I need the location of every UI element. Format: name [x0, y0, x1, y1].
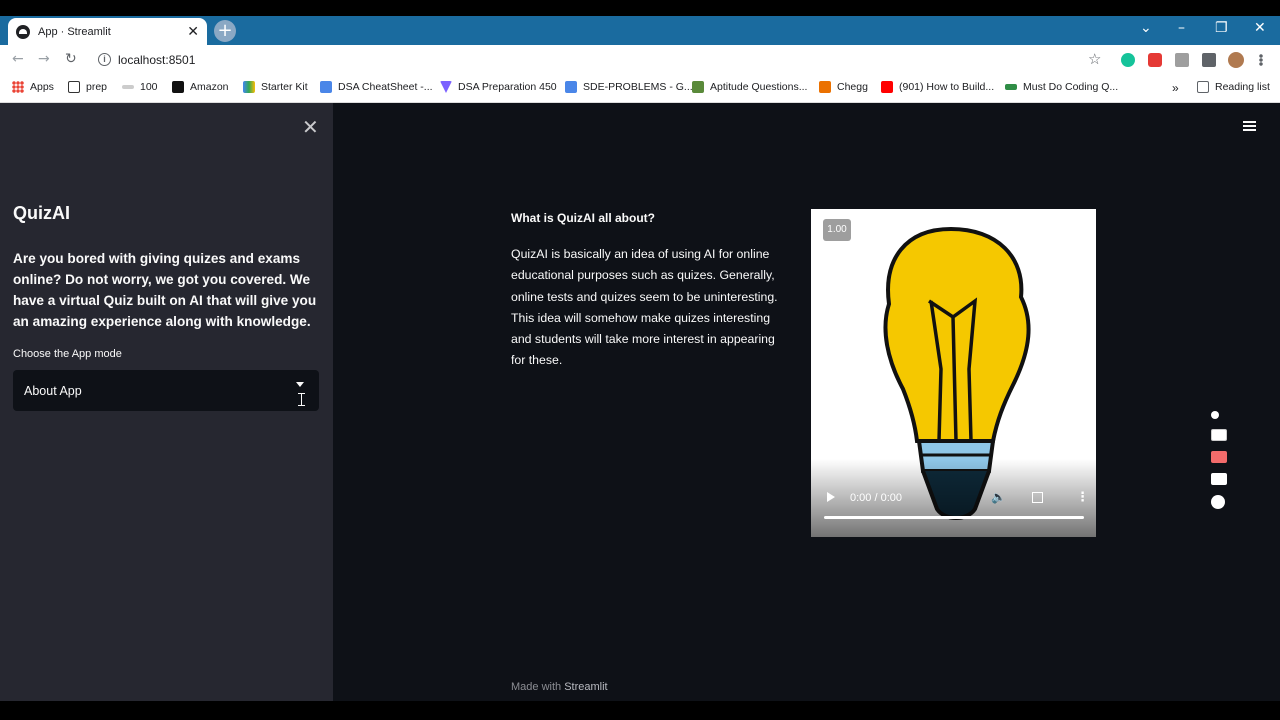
- bookmark-label: (901) How to Build...: [899, 81, 995, 93]
- bookmark-dsa-450[interactable]: DSA Preparation 450: [440, 81, 557, 93]
- video-player[interactable]: 1.00 0:00 / 0:00 🔈 ⋮: [811, 209, 1096, 537]
- gfg-icon: [1005, 84, 1017, 90]
- youtube-icon: [881, 81, 893, 93]
- top-letterbox: [0, 0, 1280, 16]
- extension-icon[interactable]: [1175, 53, 1189, 67]
- section-body: QuizAI is basically an idea of using AI …: [511, 247, 778, 368]
- bookmark-amazon[interactable]: Amazon: [172, 81, 229, 93]
- bookmark-youtube[interactable]: (901) How to Build...: [881, 81, 994, 93]
- bookmark-label: SDE-PROBLEMS - G...: [583, 81, 693, 93]
- amazon-icon: [172, 81, 184, 93]
- tab-close-icon[interactable]: ✕: [187, 23, 199, 40]
- bookmark-sde-problems[interactable]: SDE-PROBLEMS - G...: [565, 81, 693, 93]
- bookmark-aptitude[interactable]: Aptitude Questions...: [692, 81, 807, 93]
- streamlit-favicon-icon: [16, 24, 30, 39]
- streamlit-app: ✕ QuizAI Are you bored with giving quize…: [0, 103, 1280, 701]
- profile-avatar[interactable]: [1228, 52, 1244, 68]
- bookmark-label: Aptitude Questions...: [710, 81, 808, 93]
- bookmarks-bar: Apps prep 100 Amazon Starter Kit DSA Che…: [0, 75, 1280, 103]
- forward-icon[interactable]: →: [38, 51, 50, 67]
- bookmark-100[interactable]: 100: [122, 81, 158, 93]
- chrome-menu-icon[interactable]: [1259, 54, 1263, 66]
- settings-icon[interactable]: [1211, 495, 1225, 509]
- url-text: localhost:8501: [118, 53, 196, 67]
- reading-list[interactable]: Reading list: [1197, 81, 1270, 93]
- fullscreen-icon[interactable]: [1032, 492, 1043, 503]
- bookmark-dsa-cheatsheet[interactable]: DSA CheatSheet -...: [320, 81, 433, 93]
- bookmark-label: 100: [140, 81, 158, 93]
- bottom-letterbox: [0, 701, 1280, 720]
- bookmark-label: DSA Preparation 450: [458, 81, 557, 93]
- menu-icon[interactable]: [1243, 121, 1256, 131]
- section-heading: What is QuizAI all about?: [511, 211, 655, 225]
- floating-toolbar: [1208, 411, 1230, 513]
- playback-speed-badge[interactable]: 1.00: [823, 219, 851, 241]
- bookmark-icon: [122, 85, 134, 89]
- window-close-icon[interactable]: ✕: [1254, 20, 1266, 36]
- volume-icon[interactable]: 🔈: [991, 490, 1006, 504]
- sidebar-title: QuizAI: [13, 203, 70, 223]
- bookmark-label: DSA CheatSheet -...: [338, 81, 433, 93]
- bookmark-icon: [243, 81, 255, 93]
- apps-grid-icon: [12, 81, 24, 93]
- reload-icon[interactable]: ↻: [65, 51, 77, 67]
- browser-tab[interactable]: App · Streamlit ✕: [8, 18, 207, 45]
- pin-icon[interactable]: [1211, 411, 1219, 419]
- bookmark-label: prep: [86, 81, 108, 93]
- back-icon[interactable]: ←: [12, 51, 24, 67]
- tab-search-icon[interactable]: ⌄: [1140, 20, 1152, 36]
- docs-icon: [320, 81, 332, 93]
- new-tab-button[interactable]: +: [214, 20, 236, 42]
- gallery-icon[interactable]: [1211, 473, 1227, 485]
- bookmark-starter-kit[interactable]: Starter Kit: [243, 81, 308, 93]
- bookmark-label: Starter Kit: [261, 81, 308, 93]
- puzzle-icon[interactable]: [1202, 53, 1216, 67]
- youtube-extension-icon[interactable]: [1148, 53, 1162, 67]
- bookmark-label: Chegg: [837, 81, 868, 93]
- bookmark-prep[interactable]: prep: [68, 81, 107, 93]
- site-info-icon[interactable]: i: [98, 53, 111, 66]
- bookmark-star-icon[interactable]: ☆: [1088, 50, 1101, 68]
- video-progress-bar[interactable]: [824, 516, 1084, 519]
- footer-brand-link[interactable]: Streamlit: [564, 681, 607, 693]
- app-mode-value: About App: [24, 384, 82, 398]
- bookmark-chegg[interactable]: Chegg: [819, 81, 868, 93]
- bookmark-icon: [68, 81, 80, 93]
- chegg-icon: [819, 81, 831, 93]
- sidebar-description: Are you bored with giving quizes and exa…: [13, 251, 317, 329]
- bookmark-must-do[interactable]: Must Do Coding Q...: [1005, 81, 1118, 93]
- more-icon[interactable]: ⋮: [1076, 490, 1089, 505]
- tab-title: App · Streamlit: [38, 25, 111, 38]
- bookmark-icon: [440, 81, 452, 93]
- footer: Made with Streamlit: [511, 681, 608, 693]
- chevron-down-icon: [296, 382, 304, 387]
- record-icon[interactable]: [1211, 451, 1227, 463]
- screen: App · Streamlit ✕ + ⌄ – ❐ ✕ ← → ↻ i loca…: [0, 0, 1280, 720]
- video-time: 0:00 / 0:00: [850, 492, 902, 504]
- bookmark-label: Must Do Coding Q...: [1023, 81, 1119, 93]
- reading-list-label: Reading list: [1215, 81, 1270, 93]
- restore-icon[interactable]: ❐: [1215, 20, 1228, 36]
- reading-list-icon: [1197, 81, 1209, 93]
- docs-icon: [565, 81, 577, 93]
- text-cursor-icon: [298, 393, 307, 406]
- bookmark-icon: [692, 81, 704, 93]
- bookmark-apps[interactable]: Apps: [12, 81, 54, 93]
- app-mode-label: Choose the App mode: [13, 348, 122, 360]
- address-bar[interactable]: i localhost:8501: [90, 48, 1110, 72]
- footer-prefix: Made with: [511, 681, 562, 693]
- close-sidebar-icon[interactable]: ✕: [302, 115, 319, 139]
- bookmark-label: Apps: [30, 81, 54, 93]
- app-mode-select[interactable]: About App: [13, 370, 319, 411]
- minimize-icon[interactable]: –: [1178, 20, 1185, 36]
- tab-strip: App · Streamlit ✕: [0, 16, 1280, 45]
- grammarly-extension-icon[interactable]: [1121, 53, 1135, 67]
- bookmark-label: Amazon: [190, 81, 229, 93]
- play-icon[interactable]: [827, 492, 835, 502]
- more-bookmarks-icon[interactable]: »: [1172, 81, 1179, 95]
- camera-icon[interactable]: [1211, 429, 1227, 441]
- sidebar: ✕ QuizAI Are you bored with giving quize…: [0, 103, 333, 701]
